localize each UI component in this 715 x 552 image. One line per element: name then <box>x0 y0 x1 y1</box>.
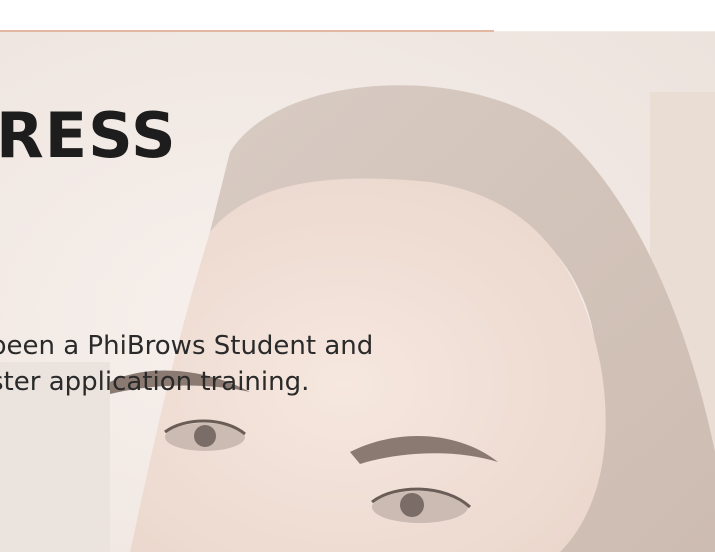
body-line: ster application training. <box>0 367 310 397</box>
top-white-bar <box>0 0 715 31</box>
hero-body-copy: been a PhiBrows Student and ster applica… <box>0 328 373 400</box>
body-line: been a PhiBrows Student and <box>0 331 374 361</box>
hero-headline: RESS <box>0 99 177 172</box>
hero-page: RESS been a PhiBrows Student and ster ap… <box>0 0 715 552</box>
